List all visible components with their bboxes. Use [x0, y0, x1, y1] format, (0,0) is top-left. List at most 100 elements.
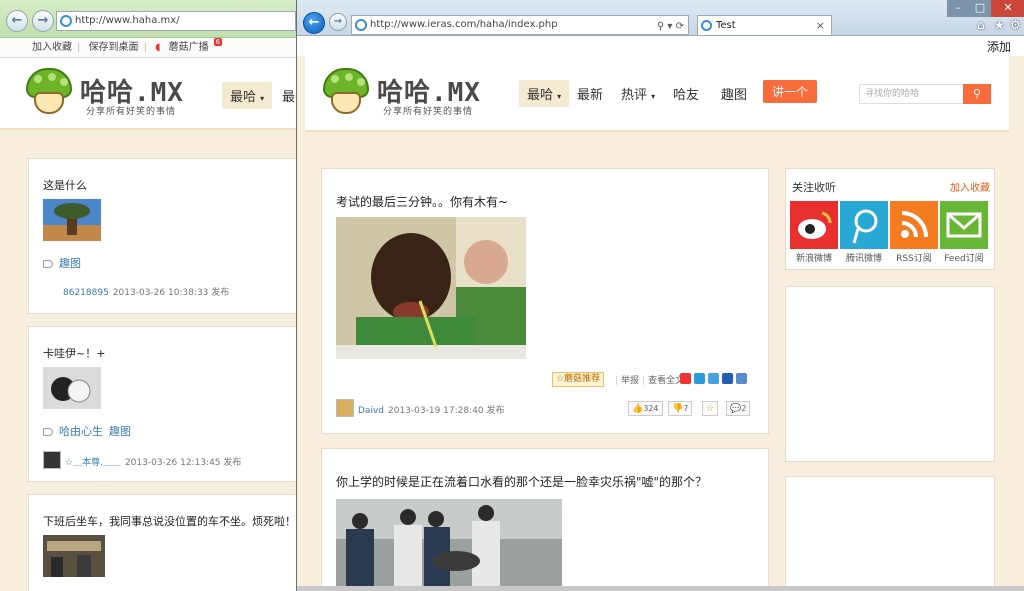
recommend-badge[interactable]: ☆蘑菇推荐: [552, 372, 605, 387]
nav-top[interactable]: 最哈 ▾: [519, 80, 570, 107]
report-link[interactable]: 举报: [621, 376, 639, 386]
favorite-button[interactable]: ☆: [702, 401, 719, 416]
avatar[interactable]: [43, 451, 61, 469]
back-browser-chrome: ← → http://www.haha.mx/: [0, 0, 299, 38]
ie-icon: [701, 20, 712, 31]
back-arrow-icon[interactable]: ←: [303, 12, 325, 34]
author-link[interactable]: ☆＿本尊.＿＿: [65, 458, 121, 468]
share-weibo-icon[interactable]: [680, 373, 691, 384]
dislike-button[interactable]: 👎7: [668, 401, 693, 416]
follow-label[interactable]: Feed订阅: [937, 251, 991, 264]
maximize-icon[interactable]: □: [969, 0, 991, 17]
favorites-bar: 加入收藏 | 保存到桌面 | ◖ 蘑菇广播 6: [0, 38, 299, 58]
avatar[interactable]: [336, 399, 354, 417]
post-title[interactable]: 这是什么: [43, 177, 87, 193]
nav-friends[interactable]: 哈友: [673, 84, 699, 103]
sidebar-ad-panel: [785, 286, 995, 462]
dropdown-arrow-icon: ▾: [651, 92, 656, 101]
back-address-bar[interactable]: http://www.haha.mx/: [56, 11, 296, 31]
author-link[interactable]: 86218895: [63, 288, 109, 298]
nav-hot-comments[interactable]: 热评 ▾: [621, 84, 655, 103]
front-browser-window: ← → http://www.ieras.com/haha/index.php …: [296, 0, 1024, 591]
search-icon[interactable]: ⚲: [963, 84, 991, 104]
post-meta: ☆＿本尊.＿＿ 2013-03-26 12:13:45 发布: [65, 458, 242, 468]
view-full-link[interactable]: 查看全文: [648, 376, 684, 386]
ie-icon: [60, 15, 72, 27]
site-logo[interactable]: 哈哈.MX 分享所有好笑的事情: [323, 68, 483, 118]
post-card: 这是什么 趣图 86218895 2013-03-26 10:38:33 发布: [28, 158, 299, 314]
post-title[interactable]: 你上学的时候是正在流着口水看的那个还是一脸幸灾乐祸"嘘"的那个？: [336, 473, 707, 490]
post-image[interactable]: [336, 499, 562, 591]
tencent-weibo-icon: [852, 209, 878, 244]
author-link[interactable]: Daivd: [358, 406, 384, 416]
front-site-header: 哈哈.MX 分享所有好笑的事情 最哈 ▾ 最新 热评 ▾ 哈友 趣图 讲一个 寻…: [305, 56, 1009, 132]
home-icon[interactable]: ⌂: [977, 18, 985, 32]
post-image[interactable]: [336, 217, 526, 359]
follow-title: 关注收听: [792, 181, 836, 194]
like-button[interactable]: 👍324: [628, 401, 663, 416]
add-favorite-link[interactable]: 加入收藏: [950, 179, 990, 194]
save-desktop-link[interactable]: 保存到桌面: [89, 42, 139, 53]
dropdown-arrow-icon: ▾: [557, 92, 562, 101]
follow-label[interactable]: RSS订阅: [887, 251, 941, 264]
star-icon: ☆: [706, 404, 715, 414]
post-image[interactable]: [43, 535, 105, 577]
close-tab-icon[interactable]: ×: [816, 16, 825, 35]
follow-label[interactable]: 腾讯微博: [837, 251, 891, 264]
settings-gear-icon[interactable]: ⚙: [1010, 18, 1021, 32]
tag-link[interactable]: 哈由心生: [59, 425, 103, 438]
sina-weibo-follow[interactable]: [790, 201, 838, 249]
weibo-icon: [798, 211, 832, 239]
share-renren-icon[interactable]: [722, 373, 733, 384]
add-button[interactable]: 添加: [987, 38, 1011, 55]
forward-arrow-icon[interactable]: →: [329, 13, 347, 31]
sidebar-panel: [785, 476, 995, 591]
tag-link[interactable]: 趣图: [109, 425, 131, 438]
nav-next[interactable]: 最: [282, 86, 295, 105]
comment-button[interactable]: 💬2: [726, 401, 751, 416]
post-card: 卡哇伊~！+ 哈由心生 趣图 ☆＿本尊.＿＿ 2013-03-26 12:13:45…: [28, 326, 299, 482]
thumbs-up-icon: 👍: [632, 404, 644, 414]
horizontal-scrollbar[interactable]: [297, 586, 1024, 591]
nav-fun-pics[interactable]: 趣图: [721, 84, 747, 103]
post-image[interactable]: [43, 199, 101, 241]
follow-label[interactable]: 新浪微博: [787, 251, 841, 264]
mushroom-broadcast-link[interactable]: ◖ 蘑菇广播 6: [155, 38, 227, 53]
post-title[interactable]: 卡哇伊~！+: [43, 345, 105, 361]
front-address-bar[interactable]: http://www.ieras.com/haha/index.php ⚲ ▾ …: [351, 15, 689, 35]
forward-arrow-icon[interactable]: →: [32, 10, 54, 32]
tag-link[interactable]: 趣图: [59, 257, 81, 270]
post-tags: 趣图: [43, 255, 81, 271]
tencent-weibo-follow[interactable]: [840, 201, 888, 249]
post-title[interactable]: 考试的最后三分钟。。你有木有~: [336, 193, 508, 210]
feed-follow[interactable]: [940, 201, 988, 249]
close-window-icon[interactable]: ✕: [991, 0, 1024, 17]
notification-badge: 6: [213, 38, 223, 46]
back-browser-window: ← → http://www.haha.mx/ 加入收藏 | 保存到桌面 | ◖ 蘑…: [0, 0, 300, 591]
front-browser-chrome: ← → http://www.ieras.com/haha/index.php …: [297, 0, 1024, 36]
post-joke-button[interactable]: 讲一个: [763, 80, 818, 103]
nav-latest[interactable]: 最新: [577, 84, 603, 103]
minimize-icon[interactable]: –: [947, 0, 969, 17]
back-arrow-icon[interactable]: ←: [6, 10, 28, 32]
dropdown-arrow-icon: ▾: [260, 94, 265, 103]
tag-icon: [43, 260, 53, 268]
site-search-input[interactable]: 寻找你的哈哈 ⚲: [859, 84, 991, 104]
post-image[interactable]: [43, 367, 101, 409]
share-more-icon[interactable]: [736, 373, 747, 384]
nav-top[interactable]: 最哈 ▾: [222, 82, 273, 109]
rss-icon: [901, 211, 928, 238]
post-meta: Daivd 2013-03-19 17:28:40 发布: [358, 406, 505, 416]
post-title[interactable]: 下班后坐车，我同事总说没位置的车不坐。烦死啦！: [43, 513, 296, 529]
share-qq-icon[interactable]: [708, 373, 719, 384]
share-qzone-icon[interactable]: [694, 373, 705, 384]
favorites-star-icon[interactable]: ★: [994, 18, 1005, 32]
search-refresh-icons[interactable]: ⚲ ▾ ⟳: [657, 18, 684, 34]
add-favorite-link[interactable]: 加入收藏: [32, 42, 72, 53]
browser-tab[interactable]: Test ×: [697, 15, 832, 35]
post-tags: 哈由心生 趣图: [43, 423, 131, 439]
rss-follow[interactable]: [890, 201, 938, 249]
back-site-header: 哈哈.MX 分享所有好笑的事情 最哈 ▾ 最: [0, 58, 299, 130]
site-logo[interactable]: 哈哈.MX 分享所有好笑的事情: [26, 68, 186, 118]
ie-icon: [355, 19, 367, 31]
